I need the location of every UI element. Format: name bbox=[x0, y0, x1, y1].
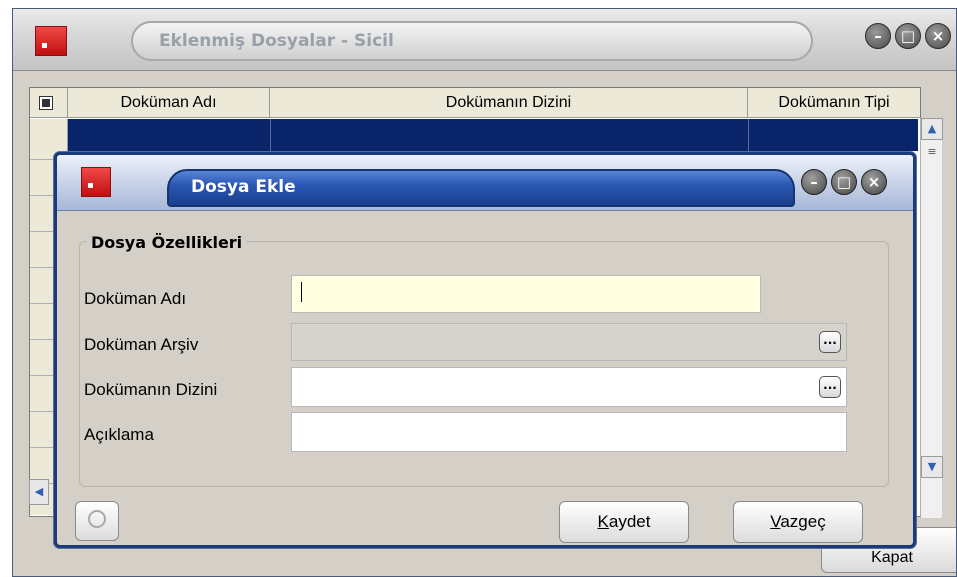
document-directory-label: Dokümanın Dizini bbox=[84, 380, 218, 399]
document-name-input[interactable] bbox=[292, 276, 760, 312]
close-icon[interactable]: × bbox=[861, 169, 887, 195]
magnifier-icon bbox=[88, 510, 106, 528]
scroll-up-icon[interactable]: ▲ bbox=[921, 118, 943, 140]
scroll-thumb-icon[interactable]: ≡ bbox=[921, 142, 943, 164]
grid-header: Doküman Adı Dokümanın Dizini Dokümanın T… bbox=[30, 88, 920, 118]
description-label: Açıklama bbox=[84, 425, 154, 444]
select-all-checkbox[interactable] bbox=[30, 88, 68, 118]
document-archive-label: Doküman Arşiv bbox=[84, 335, 199, 354]
scroll-down-icon[interactable]: ▼ bbox=[921, 456, 943, 478]
column-header-document-directory[interactable]: Dokümanın Dizini bbox=[270, 88, 748, 118]
dialog-title-bar: Dosya Ekle – □ × bbox=[57, 155, 913, 211]
help-button[interactable] bbox=[75, 501, 119, 541]
minimize-icon[interactable]: – bbox=[865, 23, 891, 49]
document-archive-input[interactable] bbox=[292, 324, 846, 360]
app-logo-icon bbox=[35, 26, 67, 56]
column-header-document-name[interactable]: Doküman Adı bbox=[68, 88, 270, 118]
browse-archive-button[interactable]: ... bbox=[819, 331, 841, 353]
document-directory-field[interactable] bbox=[291, 367, 847, 407]
description-field[interactable] bbox=[291, 412, 847, 452]
minimize-icon[interactable]: – bbox=[801, 169, 827, 195]
save-label: aydet bbox=[608, 512, 651, 531]
text-caret bbox=[301, 282, 302, 302]
document-name-label: Doküman Adı bbox=[84, 289, 187, 308]
vertical-scrollbar[interactable]: ▲ ≡ ▼ bbox=[920, 118, 943, 518]
add-file-dialog: Dosya Ekle – □ × Dosya Özellikleri Doküm… bbox=[54, 152, 916, 548]
app-logo-icon bbox=[81, 167, 111, 197]
cancel-label: azgeç bbox=[780, 512, 826, 531]
cancel-mnemonic: V bbox=[770, 512, 781, 531]
save-mnemonic: K bbox=[597, 512, 609, 531]
background-title-bar: Eklenmiş Dosyalar - Sicil – □ × bbox=[13, 9, 956, 71]
selected-table-row[interactable] bbox=[68, 119, 918, 151]
close-icon[interactable]: × bbox=[925, 23, 951, 49]
document-directory-input[interactable] bbox=[292, 368, 846, 406]
scroll-left-icon[interactable]: ◀ bbox=[29, 479, 49, 505]
maximize-icon[interactable]: □ bbox=[831, 169, 857, 195]
group-title: Dosya Özellikleri bbox=[87, 233, 247, 252]
description-input[interactable] bbox=[292, 413, 846, 451]
dialog-title: Dosya Ekle bbox=[191, 177, 296, 197]
save-button[interactable]: Kaydet bbox=[559, 501, 689, 543]
column-header-document-type[interactable]: Dokümanın Tipi bbox=[748, 88, 920, 118]
background-window-title: Eklenmiş Dosyalar - Sicil bbox=[159, 31, 394, 51]
browse-directory-button[interactable]: ... bbox=[819, 376, 841, 398]
maximize-icon[interactable]: □ bbox=[895, 23, 921, 49]
cancel-button[interactable]: Vazgeç bbox=[733, 501, 863, 543]
document-archive-field[interactable] bbox=[291, 323, 847, 361]
document-name-field[interactable] bbox=[291, 275, 761, 313]
